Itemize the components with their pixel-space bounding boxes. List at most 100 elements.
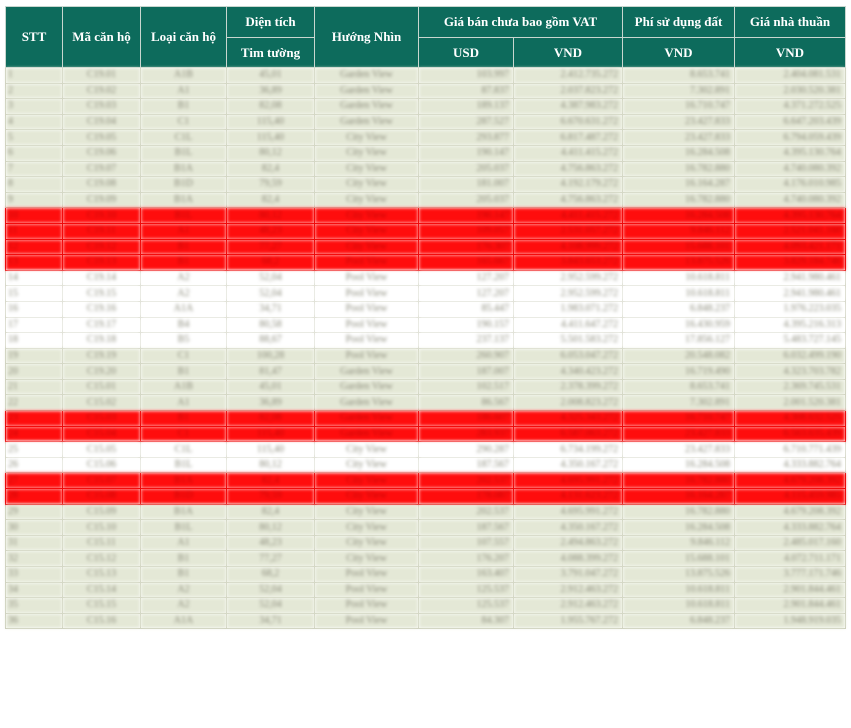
row-phi-cell: 8.653.741 bbox=[622, 67, 735, 84]
table-row[interactable]: 23 C15.03 B1 82,08 Garden View 186.607 4.325.3… bbox=[5, 410, 846, 427]
row-ma-can-ho-cell: C15.14 bbox=[62, 581, 141, 599]
table-row[interactable]: 19 C19.19 C1 100,28 Pool View 260.907 6.053.04… bbox=[5, 347, 846, 365]
row-loai-can-ho-cell: C1L bbox=[140, 129, 227, 146]
row-gia-nha-thuan-cell: 2.941.980.461 bbox=[734, 285, 846, 302]
table-row[interactable]: 24 C15.04 C1 115,40 Garden View 283.937 6.587.… bbox=[5, 425, 846, 443]
table-row[interactable]: 31 C15.11 A1 48,23 City View 107.557 2.494.863… bbox=[5, 534, 846, 552]
table-row[interactable]: 16 C19.16 A1A 34,71 Pool View 85.447 1.983.071… bbox=[5, 300, 846, 318]
table-row[interactable]: 2 C19.02 A1 36,89 Garden View 87.837 2.037.823… bbox=[5, 82, 846, 100]
table-row[interactable]: 35 C15.15 A2 52,04 Pool View 125.537 2.912.463… bbox=[5, 597, 846, 614]
row-loai-can-ho-cell: B1 bbox=[140, 98, 227, 115]
row-vnd-cell: 2.412.735.272 bbox=[513, 67, 623, 84]
row-loai-can-ho-cell: C1 bbox=[140, 113, 227, 131]
row-dien-tich-cell: 68,2 bbox=[226, 566, 315, 583]
table-row[interactable]: 13 C19.13 B1 68,2 Pool View 165.667 3.843.653.… bbox=[5, 254, 846, 271]
row-stt-cell: 6 bbox=[5, 144, 63, 162]
table-row[interactable]: 6 C19.06 B1L 80,12 City View 190.147 4.411.415… bbox=[5, 144, 846, 162]
row-loai-can-ho-cell: A1 bbox=[140, 394, 227, 412]
row-huong-nhin-cell: City View bbox=[314, 238, 419, 256]
row-loai-can-ho-cell: B1A bbox=[140, 191, 227, 209]
table-row[interactable]: 32 C15.12 B1 77,27 City View 176.207 4.088.399… bbox=[5, 550, 846, 567]
row-vnd-cell: 4.695.991.272 bbox=[513, 503, 623, 521]
table-row[interactable]: 29 C15.09 B1A 82,4 City View 202.537 4.695.991… bbox=[5, 503, 846, 521]
header-phi-su-dung-dat: Phí sử dụng đất bbox=[622, 6, 735, 38]
table-row[interactable]: 34 C15.14 A2 52,04 Pool View 125.537 2.912.463… bbox=[5, 581, 846, 599]
row-gia-nha-thuan-cell: 2.485.017.160 bbox=[734, 534, 846, 552]
table-row[interactable]: 7 C19.07 B1A 82,4 City View 205.037 4.756.863.… bbox=[5, 160, 846, 178]
header-vnd: VND bbox=[513, 37, 623, 68]
table-row[interactable]: 22 C15.02 A1 36,89 Garden View 86.567 2.008.82… bbox=[5, 394, 846, 412]
table-row[interactable]: 14 C19.14 A2 52,04 Pool View 127.207 2.952.599… bbox=[5, 269, 846, 287]
row-dien-tich-cell: 77,27 bbox=[226, 238, 315, 256]
row-usd-cell: 107.557 bbox=[418, 534, 514, 552]
row-phi-cell: 16.164.287 bbox=[622, 488, 735, 505]
table-row[interactable]: 18 C19.18 B5 88,67 Pool View 237.137 5.501.583… bbox=[5, 332, 846, 349]
table-row[interactable]: 26 C15.06 B1L 80,12 City View 187.567 4.350.16… bbox=[5, 456, 846, 474]
table-row[interactable]: 12 C19.12 B1 77,27 City View 176.307 4.108.999… bbox=[5, 238, 846, 256]
row-ma-can-ho-cell: C15.07 bbox=[62, 472, 141, 490]
row-stt-cell: 12 bbox=[5, 238, 63, 256]
table-row[interactable]: 17 C19.17 B4 80,58 Pool View 190.157 4.411.647… bbox=[5, 316, 846, 334]
table-row[interactable]: 9 C19.09 B1A 82,4 City View 205.037 4.756.863.… bbox=[5, 191, 846, 209]
table-row[interactable]: 27 C15.07 B1A 82,4 City View 202.537 4.695.991… bbox=[5, 472, 846, 490]
table-row[interactable]: 33 C15.13 B1 68,2 Pool View 163.407 3.791.047.… bbox=[5, 566, 846, 583]
row-huong-nhin-cell: Pool View bbox=[314, 566, 419, 583]
table-row[interactable]: 3 C19.03 B1 82,08 Garden View 189.137 4.387.98… bbox=[5, 98, 846, 115]
row-loai-can-ho-cell: A1 bbox=[140, 534, 227, 552]
row-huong-nhin-cell: Garden View bbox=[314, 378, 419, 396]
row-ma-can-ho-cell: C19.04 bbox=[62, 113, 141, 131]
row-gia-nha-thuan-cell: 1.976.223.035 bbox=[734, 300, 846, 318]
row-dien-tich-cell: 34,71 bbox=[226, 300, 315, 318]
table-row[interactable]: 4 C19.04 C1 115,40 Garden View 287.527 6.670.6… bbox=[5, 113, 846, 131]
row-phi-cell: 16.782.880 bbox=[622, 160, 735, 178]
header-ma-can-ho: Mã căn hộ bbox=[62, 6, 141, 68]
row-huong-nhin-cell: City View bbox=[314, 222, 419, 240]
table-row[interactable]: 10 C19.10 B1L 80,12 City View 190.147 4.411.41… bbox=[5, 207, 846, 224]
row-ma-can-ho-cell: C19.07 bbox=[62, 160, 141, 178]
table-row[interactable]: 1 C19.01 A1B 45,01 Garden View 103.997 2.412.7… bbox=[5, 67, 846, 84]
row-phi-cell: 16.719.490 bbox=[622, 363, 735, 380]
row-ma-can-ho-cell: C19.13 bbox=[62, 254, 141, 271]
row-huong-nhin-cell: Garden View bbox=[314, 98, 419, 115]
table-row[interactable]: 11 C19.11 A1 48,23 City View 109.057 2.531.057… bbox=[5, 222, 846, 240]
table-row[interactable]: 20 C19.20 B1 81,47 Garden View 187.007 4.340.4… bbox=[5, 363, 846, 380]
row-gia-nha-thuan-cell: 3.777.171.746 bbox=[734, 566, 846, 583]
row-dien-tich-cell: 34,71 bbox=[226, 612, 315, 630]
table-row[interactable]: 8 C19.08 B1D 79,59 City View 181.007 4.192.179… bbox=[5, 176, 846, 193]
row-loai-can-ho-cell: B1 bbox=[140, 238, 227, 256]
row-gia-nha-thuan-cell: 6.563.635.439 bbox=[734, 425, 846, 443]
row-gia-nha-thuan-cell: 6.647.203.439 bbox=[734, 113, 846, 131]
row-usd-cell: 283.937 bbox=[418, 425, 514, 443]
row-stt-cell: 26 bbox=[5, 456, 63, 474]
row-usd-cell: 237.137 bbox=[418, 332, 514, 349]
table-row[interactable]: 21 C15.01 A1B 45,01 Garden View 102.517 2.378.… bbox=[5, 378, 846, 396]
row-vnd-cell: 2.531.057.272 bbox=[513, 222, 623, 240]
table-row[interactable]: 15 C19.15 A2 52,04 Pool View 127.207 2.952.599… bbox=[5, 285, 846, 302]
table-row[interactable]: 36 C15.16 A1A 34,71 Pool View 84.307 1.955.767… bbox=[5, 612, 846, 630]
row-gia-nha-thuan-cell: 2.404.081.531 bbox=[734, 67, 846, 84]
row-dien-tich-cell: 45,01 bbox=[226, 378, 315, 396]
row-huong-nhin-cell: Garden View bbox=[314, 113, 419, 131]
row-phi-cell: 16.284.508 bbox=[622, 519, 735, 536]
row-phi-cell: 16.782.880 bbox=[622, 503, 735, 521]
row-usd-cell: 127.207 bbox=[418, 269, 514, 287]
row-loai-can-ho-cell: B1A bbox=[140, 472, 227, 490]
table-row[interactable]: 25 C15.05 C1L 115,40 City View 290.287 6.734.1… bbox=[5, 441, 846, 458]
row-usd-cell: 189.137 bbox=[418, 98, 514, 115]
row-usd-cell: 178.087 bbox=[418, 488, 514, 505]
row-huong-nhin-cell: City View bbox=[314, 456, 419, 474]
row-dien-tich-cell: 88,67 bbox=[226, 332, 315, 349]
table-row[interactable]: 30 C15.10 B1L 80,12 City View 187.567 4.350.16… bbox=[5, 519, 846, 536]
table-row[interactable]: 28 C15.08 B1D 79,59 City View 178.087 4.131.62… bbox=[5, 488, 846, 505]
table-body: 1 C19.01 A1B 45,01 Garden View 103.997 2.412.7… bbox=[5, 67, 846, 630]
row-phi-cell: 10.618.811 bbox=[622, 581, 735, 599]
row-phi-cell: 23.427.833 bbox=[622, 425, 735, 443]
row-stt-cell: 8 bbox=[5, 176, 63, 193]
row-loai-can-ho-cell: B1L bbox=[140, 144, 227, 162]
row-dien-tich-cell: 80,12 bbox=[226, 207, 315, 224]
row-loai-can-ho-cell: A1A bbox=[140, 300, 227, 318]
table-row[interactable]: 5 C19.05 C1L 115,40 City View 293.877 6.817.48… bbox=[5, 129, 846, 146]
row-vnd-cell: 2.008.823.272 bbox=[513, 394, 623, 412]
table-header: STT Mã căn hộ Loại căn hộ Diện tích Hướn… bbox=[5, 6, 846, 68]
row-dien-tich-cell: 82,4 bbox=[226, 472, 315, 490]
